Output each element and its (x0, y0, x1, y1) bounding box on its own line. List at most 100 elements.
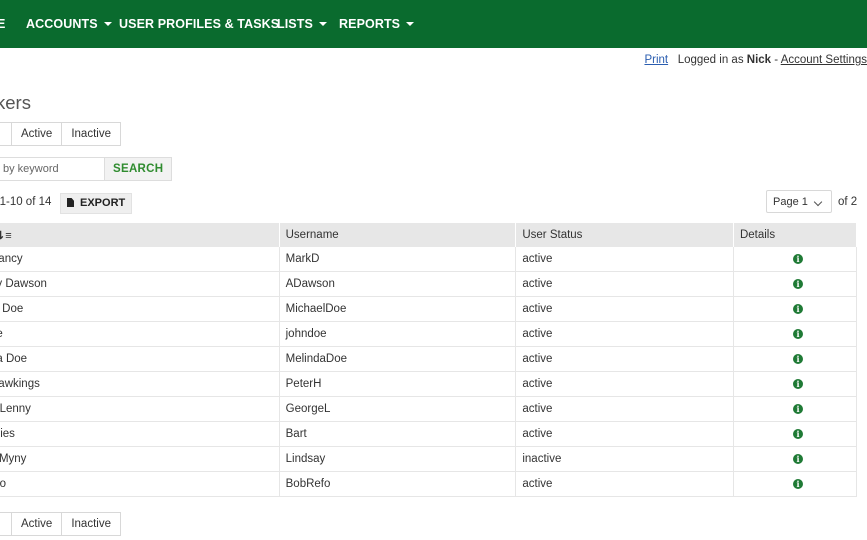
column-details-header: Details (733, 223, 858, 247)
filter-active-button[interactable]: Active (12, 512, 63, 536)
cell-username: PeterH (279, 371, 517, 397)
cell-details: i (733, 396, 858, 422)
table-row: HawkingsPeterHactive i (0, 371, 858, 397)
info-icon[interactable]: i (792, 279, 803, 289)
cell-username: johndoe (279, 321, 517, 347)
cell-name: y Myny (0, 446, 280, 472)
nav-accounts[interactable]: ACCOUNTS (26, 0, 112, 48)
caret-down-icon (318, 21, 327, 26)
cell-details: i (733, 446, 858, 472)
cell-username: Bart (279, 421, 517, 447)
user-bar: Print Logged in as Nick - Account Settin… (644, 54, 867, 66)
table-row: ny DawsonADawsonactive i (0, 271, 858, 297)
sort-icon[interactable]: ⇂≡ (0, 229, 12, 242)
cell-status: active (515, 296, 734, 322)
chevron-down-icon (813, 197, 823, 207)
cell-status: active (515, 421, 734, 447)
export-button[interactable]: EXPORT (60, 193, 133, 214)
separator: - (774, 54, 779, 66)
cell-username: MarkD (279, 247, 517, 272)
cell-username: MichaelDoe (279, 296, 517, 322)
print-link[interactable]: Print (644, 54, 668, 66)
filter-all-button[interactable] (0, 122, 12, 146)
cell-name: Hawkings (0, 371, 280, 397)
file-icon (67, 198, 74, 207)
page-select-value: Page 1 (773, 196, 808, 208)
nav-lists[interactable]: LISTS (277, 0, 327, 48)
cell-username: Lindsay (279, 446, 517, 472)
table-row: y MynyLindsayinactive i (0, 446, 858, 472)
table-row: el DoeMichaelDoeactive i (0, 296, 858, 322)
cell-username: GeorgeL (279, 396, 517, 422)
cell-name: el Doe (0, 296, 280, 322)
cell-username: ADawson (279, 271, 517, 297)
info-icon[interactable]: i (792, 379, 803, 389)
cell-status: active (515, 321, 734, 347)
column-status-header: User Status (515, 223, 734, 247)
account-settings-link[interactable]: Account Settings (781, 54, 867, 66)
info-icon[interactable]: i (792, 254, 803, 264)
cell-status: active (515, 371, 734, 397)
search-input[interactable]: by keyword (0, 157, 104, 181)
nav-user-profiles-tasks[interactable]: USER PROFILES & TASKS (119, 0, 279, 48)
cell-status: active (515, 396, 734, 422)
cell-details: i (733, 321, 858, 347)
workers-table: ⇂≡ Username User Status Details DancyMar… (0, 223, 858, 497)
info-icon[interactable]: i (792, 429, 803, 439)
page-total: of 2 (838, 196, 858, 208)
page-title: kers (0, 92, 31, 113)
showing-count: g 1-10 of 14 (0, 196, 52, 208)
table-row: e LennyGeorgeLactive i (0, 396, 858, 422)
filter-all-button[interactable] (0, 512, 12, 536)
cell-details: i (733, 371, 858, 397)
export-label: EXPORT (80, 197, 126, 209)
search-button[interactable]: SEARCH (104, 157, 173, 181)
info-icon[interactable]: i (792, 454, 803, 464)
cell-status: active (515, 271, 734, 297)
table-row: da DoeMelindaDoeactive i (0, 346, 858, 372)
info-icon[interactable]: i (792, 304, 803, 314)
cell-username: BobRefo (279, 471, 517, 497)
cell-name: e Lenny (0, 396, 280, 422)
filter-inactive-button[interactable]: Inactive (62, 512, 121, 536)
table-row: oriesBartactive i (0, 421, 858, 447)
cell-name: oe (0, 321, 280, 347)
cell-status: active (515, 346, 734, 372)
caret-down-icon (406, 21, 415, 26)
cell-details: i (733, 346, 858, 372)
filter-inactive-button[interactable]: Inactive (62, 122, 121, 146)
info-icon[interactable]: i (792, 354, 803, 364)
cell-name: ny Dawson (0, 271, 280, 297)
caret-down-icon (103, 21, 112, 26)
table-row: oejohndoeactive i (0, 321, 858, 347)
cell-username: MelindaDoe (279, 346, 517, 372)
cell-name: da Doe (0, 346, 280, 372)
username-text: Nick (746, 54, 772, 66)
cell-name: efo (0, 471, 280, 497)
cell-details: i (733, 471, 858, 497)
top-navbar: E ACCOUNTS USER PROFILES & TASKS LISTS R… (0, 0, 867, 48)
nav-home[interactable]: E (0, 0, 5, 48)
info-icon[interactable]: i (792, 404, 803, 414)
table-row: DancyMarkDactive i (0, 247, 858, 272)
page-select[interactable]: Page 1 (766, 190, 832, 213)
nav-accounts-label: ACCOUNTS (26, 17, 98, 31)
cell-details: i (733, 271, 858, 297)
nav-home-label: E (0, 17, 6, 31)
logged-in-text: Logged in as (677, 54, 744, 66)
cell-status: active (515, 471, 734, 497)
info-icon[interactable]: i (792, 479, 803, 489)
info-icon[interactable]: i (792, 329, 803, 339)
table-row: efoBobRefoactive i (0, 471, 858, 497)
cell-status: active (515, 247, 734, 272)
nav-reports[interactable]: REPORTS (339, 0, 415, 48)
status-filter-top: Active Inactive (0, 122, 121, 146)
search-row: by keyword SEARCH (0, 157, 173, 181)
nav-reports-label: REPORTS (339, 17, 401, 31)
column-name-header[interactable]: ⇂≡ (0, 223, 280, 247)
filter-active-button[interactable]: Active (12, 122, 63, 146)
cell-name: ories (0, 421, 280, 447)
status-filter-bottom: Active Inactive (0, 512, 121, 536)
cell-status: inactive (515, 446, 734, 472)
column-username-header: Username (279, 223, 517, 247)
